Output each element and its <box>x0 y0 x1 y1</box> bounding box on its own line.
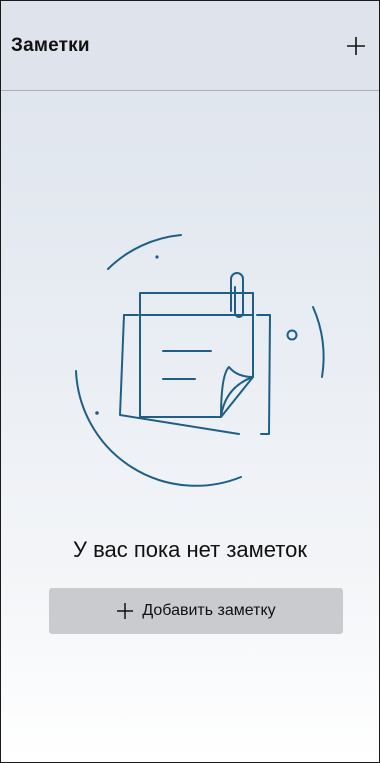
decor-arc-right <box>312 306 325 378</box>
add-note-button[interactable]: Добавить заметку <box>49 588 343 634</box>
empty-notes-illustration <box>75 234 325 487</box>
back-sheet-right <box>256 314 271 435</box>
plus-icon <box>347 37 365 55</box>
add-note-header-button[interactable] <box>341 31 371 61</box>
decor-ring-right <box>286 329 298 341</box>
page-title: Заметки <box>11 35 90 56</box>
plus-icon <box>116 602 134 620</box>
paperclip <box>230 272 244 318</box>
empty-state-message: У вас пока нет заметок <box>73 537 307 562</box>
add-note-button-label: Добавить заметку <box>142 602 276 619</box>
notes-screen: Заметки У вас пока нет заметок Добавить … <box>0 0 380 763</box>
note-sheet <box>139 292 254 418</box>
decor-arc-bottom <box>75 370 242 487</box>
decor-dot-left <box>95 411 99 415</box>
decor-arc-top <box>107 234 182 270</box>
app-header: Заметки <box>1 1 379 91</box>
decor-dot-top <box>155 255 159 259</box>
